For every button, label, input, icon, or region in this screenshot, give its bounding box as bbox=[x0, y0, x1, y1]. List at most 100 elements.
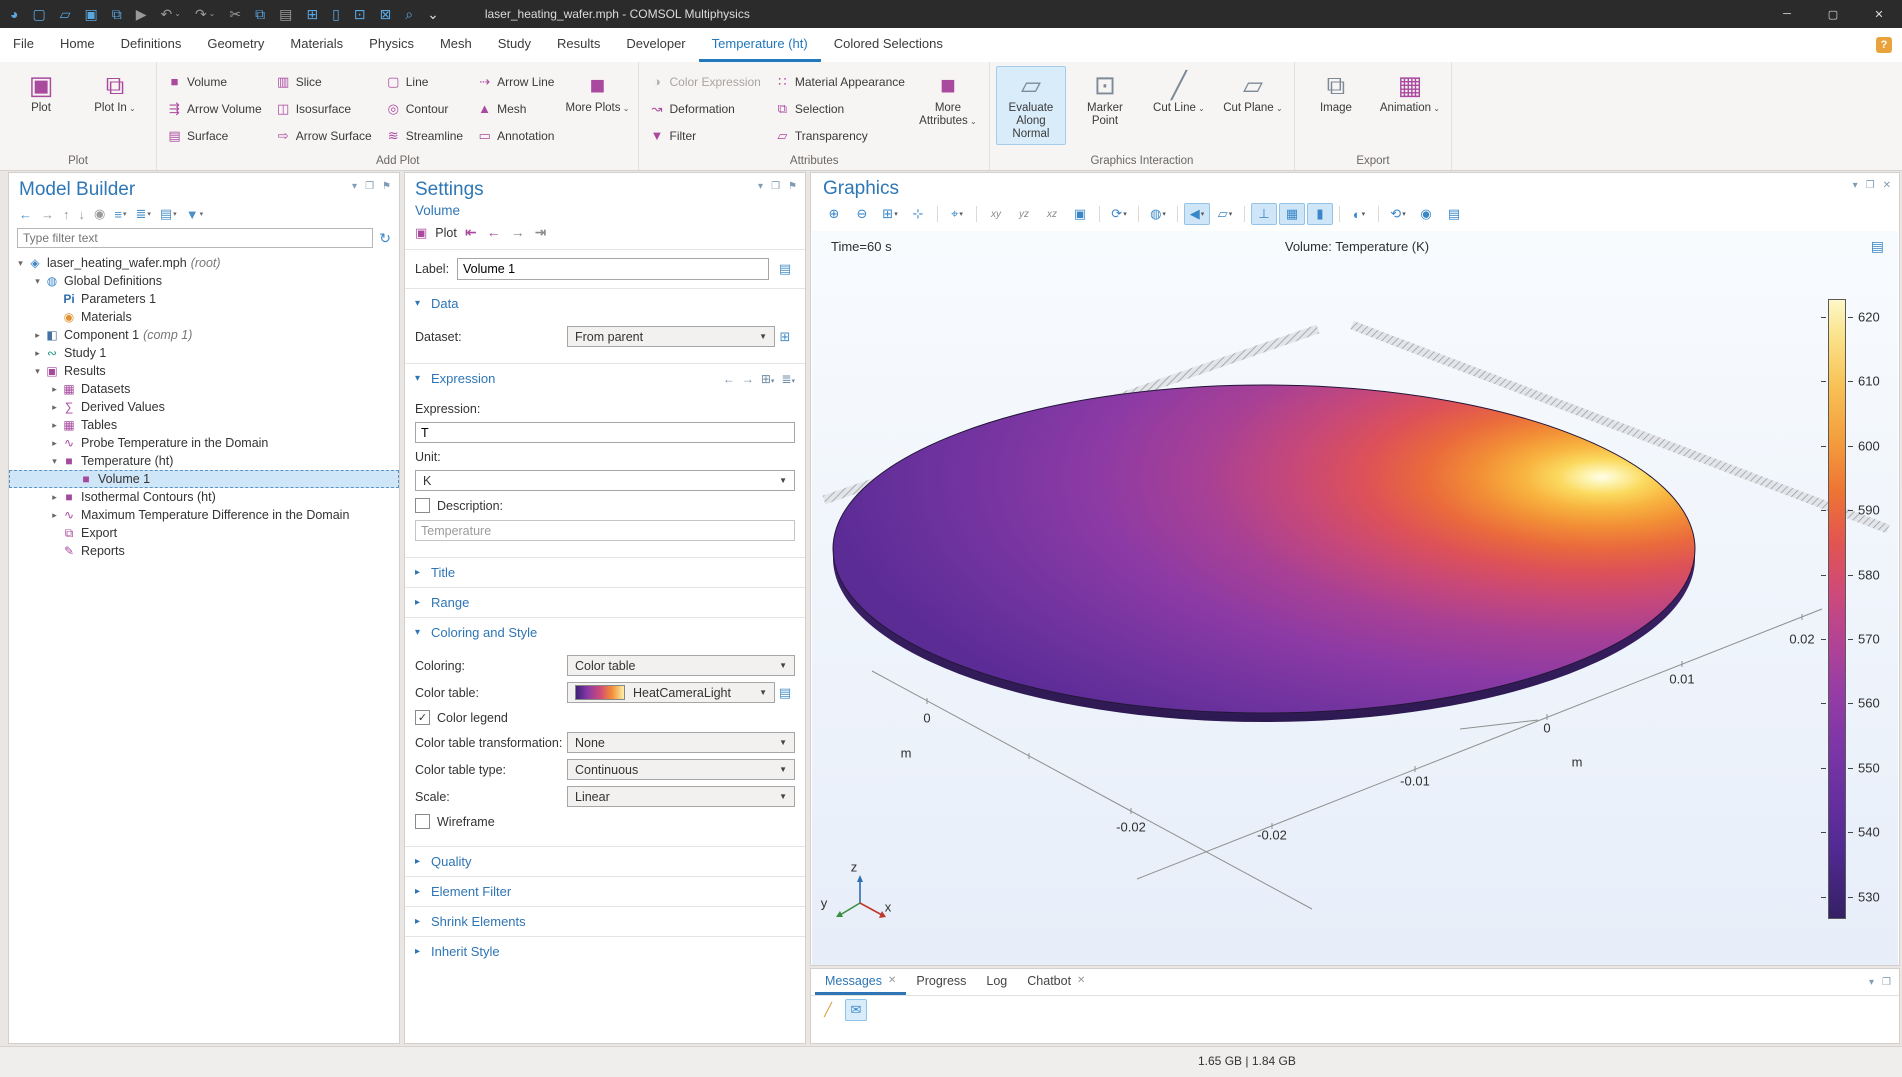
plot-first-icon[interactable]: ⇤ bbox=[465, 224, 477, 241]
tree-node-results[interactable]: ▾▣Results bbox=[9, 362, 399, 380]
axis-orientation-icon[interactable]: ⊥ bbox=[1251, 203, 1277, 225]
volume-button[interactable]: ■Volume bbox=[167, 68, 262, 95]
more-attributes-button[interactable]: ■More Attributes ⌄ bbox=[913, 66, 983, 132]
delete-icon[interactable]: ▯ bbox=[332, 7, 340, 21]
tab-chatbot[interactable]: Chatbot✕ bbox=[1017, 969, 1095, 995]
ribbon-tab-colored-selections[interactable]: Colored Selections bbox=[821, 28, 956, 62]
tree-node-temperature-ht[interactable]: ▾■Temperature (ht) bbox=[9, 452, 399, 470]
refresh-icon[interactable]: ↻ bbox=[379, 230, 391, 247]
messages-float-icon[interactable]: ❐ bbox=[1882, 977, 1891, 988]
chevron-right-icon[interactable]: ▸ bbox=[48, 510, 61, 521]
unit-combo[interactable]: K▼ bbox=[415, 470, 795, 491]
expression-input[interactable] bbox=[415, 422, 795, 443]
evaluate-along-normal-button[interactable]: ▱Evaluate Along Normal bbox=[996, 66, 1066, 145]
more-plots-button[interactable]: ■More Plots ⌄ bbox=[562, 66, 632, 119]
plot-next-icon[interactable]: → bbox=[511, 224, 525, 241]
coloring-dropdown[interactable]: Color table▼ bbox=[567, 655, 795, 676]
settings-section-header-range[interactable]: ▸Range bbox=[405, 588, 805, 617]
marker-point-button[interactable]: ⊡Marker Point bbox=[1070, 66, 1140, 132]
tree-node-laser-heating-wafer-mph[interactable]: ▾◈laser_heating_wafer.mph(root) bbox=[9, 254, 399, 272]
settings-section-header-shrink-elements[interactable]: ▸Shrink Elements bbox=[405, 907, 805, 936]
ribbon-tab-file[interactable]: File bbox=[0, 28, 47, 62]
ribbon-tab-geometry[interactable]: Geometry bbox=[194, 28, 277, 62]
image-button[interactable]: ⧉Image bbox=[1301, 66, 1371, 119]
tree-node-export[interactable]: ⧉Export bbox=[9, 524, 399, 542]
tree-node-isothermal-contours-ht[interactable]: ▸■Isothermal Contours (ht) bbox=[9, 488, 399, 506]
plot-button[interactable]: ▣Plot bbox=[6, 66, 76, 119]
tree-node-derived-values[interactable]: ▸∑Derived Values bbox=[9, 398, 399, 416]
line-button[interactable]: ▢Line bbox=[386, 68, 463, 95]
ribbon-tab-temperature-ht[interactable]: Temperature (ht) bbox=[699, 28, 821, 62]
animation-button[interactable]: ▦Animation ⌄ bbox=[1375, 66, 1445, 119]
description-checkbox[interactable] bbox=[415, 498, 430, 513]
graphics-float-icon[interactable]: ❐ bbox=[1866, 180, 1875, 191]
tree-node-study-1[interactable]: ▸∾Study 1 bbox=[9, 344, 399, 362]
view-yz-icon[interactable]: yz bbox=[1011, 203, 1037, 225]
model-builder-float-icon[interactable]: ❐ bbox=[365, 181, 374, 192]
duplicate-icon[interactable]: ⊞ bbox=[306, 7, 318, 21]
select-box-icon[interactable]: ⊡ bbox=[354, 7, 366, 21]
view-xy-icon[interactable]: xy bbox=[983, 203, 1009, 225]
clear-messages-icon[interactable]: ╱ bbox=[817, 999, 839, 1021]
show-icon[interactable]: ◉ bbox=[94, 206, 105, 222]
default-view-icon[interactable]: ⌖▾ bbox=[944, 203, 970, 225]
run-icon[interactable]: ▶ bbox=[136, 7, 147, 21]
color-table-type-dropdown[interactable]: Continuous▼ bbox=[567, 759, 795, 780]
streamline-button[interactable]: ≋Streamline bbox=[386, 122, 463, 149]
back-icon[interactable]: ← bbox=[19, 207, 32, 222]
color-theme-icon[interactable]: ◐▾ bbox=[1346, 203, 1372, 225]
open-file-icon[interactable]: ▱ bbox=[60, 7, 71, 21]
arrow-volume-button[interactable]: ⇶Arrow Volume bbox=[167, 95, 262, 122]
rotate-icon[interactable]: ⟳▾ bbox=[1106, 203, 1132, 225]
wireframe-checkbox[interactable] bbox=[415, 814, 430, 829]
model-builder-pin-icon[interactable]: ⚑ bbox=[382, 181, 391, 192]
ribbon-tab-results[interactable]: Results bbox=[544, 28, 613, 62]
node-text-icon[interactable]: ▤▾ bbox=[160, 206, 177, 222]
maximize-button[interactable]: ▢ bbox=[1810, 0, 1856, 28]
color-legend-checkbox[interactable]: ✓ bbox=[415, 710, 430, 725]
plot-last-icon[interactable]: ⇥ bbox=[535, 224, 547, 241]
tree-node-tables[interactable]: ▸▦Tables bbox=[9, 416, 399, 434]
tab-messages[interactable]: Messages✕ bbox=[815, 969, 906, 995]
chevron-right-icon[interactable]: ▸ bbox=[48, 384, 61, 395]
new-file-icon[interactable]: ▢ bbox=[32, 7, 45, 21]
update-plot-icon[interactable]: ⟲▾ bbox=[1385, 203, 1411, 225]
plot-settings-icon[interactable]: ▤ bbox=[1871, 238, 1884, 255]
dataset-dropdown[interactable]: From parent▼ bbox=[567, 326, 775, 347]
collapse-all-icon[interactable]: ≡▾ bbox=[114, 207, 126, 222]
slice-button[interactable]: ▥Slice bbox=[276, 68, 372, 95]
tab-log[interactable]: Log bbox=[976, 969, 1017, 995]
ribbon-tab-mesh[interactable]: Mesh bbox=[427, 28, 485, 62]
expression-menu-icon[interactable]: ≣▾ bbox=[781, 372, 795, 386]
arrow-surface-button[interactable]: ⇨Arrow Surface bbox=[276, 122, 372, 149]
ribbon-tab-home[interactable]: Home bbox=[47, 28, 108, 62]
show-messages-icon[interactable]: ✉ bbox=[845, 999, 867, 1021]
expression-next-icon[interactable]: → bbox=[742, 372, 754, 386]
cut-line-button[interactable]: ╱Cut Line ⌄ bbox=[1144, 66, 1214, 119]
settings-section-header-expression[interactable]: ▾Expression←→⊞▾≣▾ bbox=[405, 364, 805, 393]
expand-all-icon[interactable]: ≣▾ bbox=[135, 206, 150, 222]
chevron-right-icon[interactable]: ▸ bbox=[48, 492, 61, 503]
mesh-button[interactable]: ▲Mesh bbox=[477, 95, 554, 122]
settings-section-header-quality[interactable]: ▸Quality bbox=[405, 847, 805, 876]
ribbon-tab-physics[interactable]: Physics bbox=[356, 28, 427, 62]
print-icon[interactable]: ▤ bbox=[1441, 203, 1467, 225]
paste-icon[interactable]: ▤ bbox=[279, 7, 292, 21]
move-down-icon[interactable]: ↓ bbox=[79, 207, 86, 222]
comsol-logo-icon[interactable]: ◕ bbox=[10, 7, 18, 21]
zoom-box-icon[interactable]: ⊞▾ bbox=[877, 203, 903, 225]
transparency-button[interactable]: ▱Transparency bbox=[775, 122, 905, 149]
scale-dropdown[interactable]: Linear▼ bbox=[567, 786, 795, 807]
settings-collapse-icon[interactable]: ▾ bbox=[758, 181, 763, 192]
minimize-button[interactable]: ─ bbox=[1764, 0, 1810, 28]
save-as-icon[interactable]: ⧉ bbox=[112, 7, 122, 21]
scene-light-icon[interactable]: ◀▾ bbox=[1184, 203, 1210, 225]
scene-icon[interactable]: ◍▾ bbox=[1145, 203, 1171, 225]
grid-toggle-icon[interactable]: ▦ bbox=[1279, 203, 1305, 225]
camera-icon[interactable]: ▣ bbox=[1067, 203, 1093, 225]
chevron-down-icon[interactable]: ▾ bbox=[48, 456, 61, 467]
settings-plot-button[interactable]: Plot bbox=[435, 226, 457, 240]
plot-in-button[interactable]: ⧉Plot In ⌄ bbox=[80, 66, 150, 119]
surface-button[interactable]: ▤Surface bbox=[167, 122, 262, 149]
zoom-out-icon[interactable]: ⊖ bbox=[849, 203, 875, 225]
